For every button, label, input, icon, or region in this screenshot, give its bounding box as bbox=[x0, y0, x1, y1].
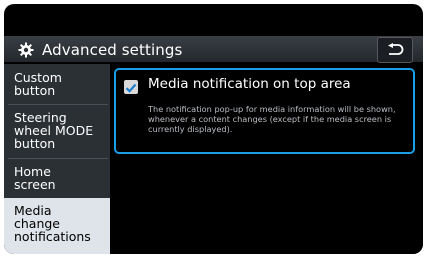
sidebar-item-steering-wheel-mode-button[interactable]: Steering wheel MODE button bbox=[4, 111, 110, 153]
back-arrow-icon bbox=[388, 43, 404, 55]
sidebar-divider bbox=[8, 158, 108, 159]
media-notification-checkbox[interactable] bbox=[124, 80, 138, 94]
header-title-row: Advanced settings bbox=[18, 40, 182, 60]
sidebar-item-home-screen[interactable]: Home screen bbox=[4, 165, 110, 193]
screen: Advanced settings Custom button Steering… bbox=[4, 4, 423, 254]
checkmark-icon bbox=[125, 83, 137, 93]
page-title: Advanced settings bbox=[42, 41, 183, 59]
sidebar-item-label-line: button bbox=[14, 83, 56, 98]
media-notification-option[interactable]: Media notification on top area The notif… bbox=[114, 68, 415, 154]
sidebar: Custom button Steering wheel MODE button… bbox=[4, 64, 110, 254]
option-title: Media notification on top area bbox=[148, 76, 351, 92]
sidebar-item-label-line: screen bbox=[14, 177, 56, 192]
option-description: The notification pop-up for media inform… bbox=[148, 104, 396, 134]
sidebar-item-label-line: notifications bbox=[14, 229, 91, 244]
content-panel: Media notification on top area The notif… bbox=[110, 64, 423, 254]
back-button[interactable] bbox=[377, 37, 413, 63]
gear-icon bbox=[18, 42, 34, 58]
sidebar-item-media-change-notifications[interactable]: Media change notifications bbox=[4, 198, 110, 254]
sidebar-item-custom-button[interactable]: Custom button bbox=[4, 71, 110, 99]
sidebar-item-label-line: button bbox=[14, 136, 56, 151]
sidebar-divider bbox=[8, 104, 108, 105]
